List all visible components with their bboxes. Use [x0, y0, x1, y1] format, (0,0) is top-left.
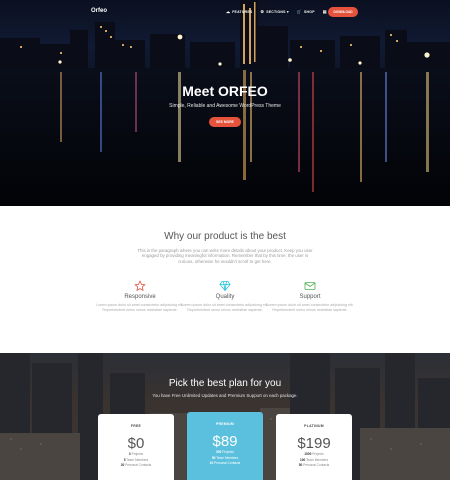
- plan-price: $0: [127, 435, 145, 452]
- nav-menu: ☁ FEATURES ⚙ SECTIONS ▾ 🛒 SHOP ▤ BLOG: [226, 9, 340, 14]
- nav-item-label: FEATURES: [232, 9, 253, 14]
- see-more-button[interactable]: SEE MORE: [209, 117, 241, 127]
- nav-item-features[interactable]: ☁ FEATURES: [226, 9, 252, 14]
- feature-text: Lorem ipsum dolor sit amet consectetur a…: [181, 303, 269, 312]
- features-description: This is the paragraph where you can writ…: [137, 248, 313, 264]
- plan-feature: 50 Personal Contacts: [298, 463, 330, 468]
- diamond-icon: [180, 280, 270, 292]
- document-icon: ▤: [322, 9, 327, 14]
- plan-name: PREMIUM: [215, 422, 235, 426]
- nav-item-label: SHOP: [304, 9, 315, 14]
- feature-title: Quality: [215, 294, 235, 300]
- pricing-title: Pick the best plan for you: [168, 378, 282, 389]
- feature-support: Support Lorem ipsum dolor sit amet conse…: [265, 280, 355, 313]
- star-icon: [95, 280, 185, 292]
- hero-title: Meet ORFEO: [182, 83, 268, 99]
- gear-icon: ⚙: [260, 9, 265, 14]
- nav-item-label: SECTIONS ▾: [266, 9, 289, 14]
- brand-logo[interactable]: Orfeo: [91, 8, 107, 14]
- feature-title: Support: [299, 294, 321, 300]
- plan-price: $89: [212, 433, 238, 450]
- plan-price: $199: [297, 435, 331, 452]
- pricing-section: Pick the best plan for you You have Free…: [0, 353, 450, 480]
- plan-name: FREE: [130, 424, 142, 428]
- feature-text: Lorem ipsum dolor sit amet consectetur a…: [96, 303, 184, 312]
- plan-feature: 20 Personal Contacts: [120, 463, 152, 468]
- plan-name: PLATINUM: [304, 424, 324, 428]
- pricing-card-premium: PREMIUM $89 500 Projects 50 Team Members…: [187, 412, 263, 480]
- mail-icon: [265, 280, 355, 292]
- nav-item-sections[interactable]: ⚙ SECTIONS ▾: [260, 9, 288, 14]
- hero-subtitle: Simple, Reliable and Awesome WordPress T…: [169, 103, 281, 109]
- nav-item-shop[interactable]: 🛒 SHOP: [297, 9, 315, 14]
- hero-section: Orfeo ☁ FEATURES ⚙ SECTIONS ▾ 🛒 SHOP ▤ B…: [0, 0, 450, 206]
- top-navbar: Orfeo ☁ FEATURES ⚙ SECTIONS ▾ 🛒 SHOP ▤ B…: [0, 0, 450, 24]
- plan-feature: 10 Personal Contacts: [209, 461, 241, 466]
- pricing-subtitle: You have Free Unlimited Updates and Prem…: [152, 393, 298, 398]
- feature-quality: Quality Lorem ipsum dolor sit amet conse…: [180, 280, 270, 313]
- pricing-card-free: FREE $0 3 Projects 5 Team Members 20 Per…: [98, 414, 174, 480]
- pricing-card-platinum: PLATINUM $199 1000 Projects 100 Team Mem…: [276, 414, 352, 480]
- cloud-icon: ☁: [226, 9, 231, 14]
- download-button[interactable]: DOWNLOAD: [328, 7, 358, 17]
- feature-title: Responsive: [124, 294, 156, 300]
- features-title: Why our product is the best: [164, 231, 286, 242]
- cart-icon: 🛒: [296, 9, 303, 14]
- feature-responsive: Responsive Lorem ipsum dolor sit amet co…: [95, 280, 185, 313]
- feature-text: Lorem ipsum dolor sit amet consectetur a…: [266, 303, 354, 312]
